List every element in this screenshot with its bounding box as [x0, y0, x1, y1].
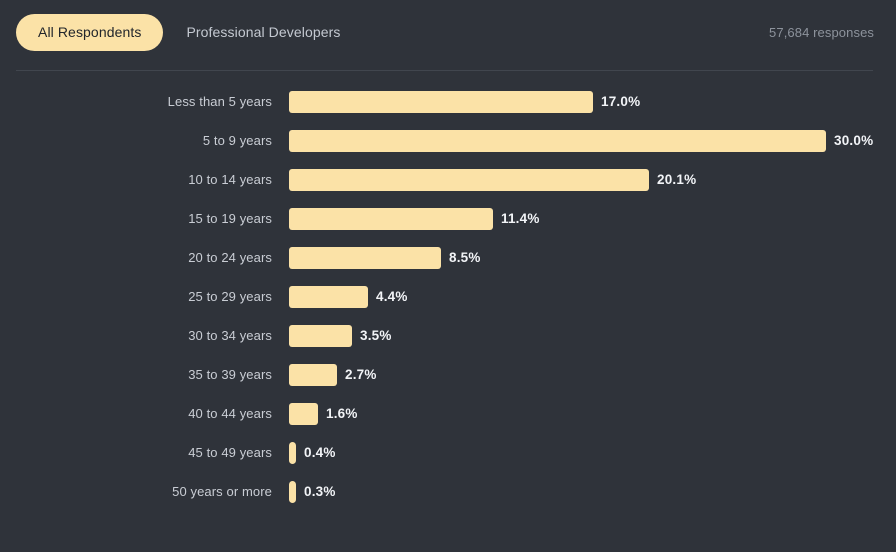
bar-row: 25 to 29 years 4.4%: [0, 277, 896, 316]
bar-track: 30.0%: [289, 129, 896, 152]
category-label: 30 to 34 years: [188, 328, 272, 343]
bar-track: 2.7%: [289, 363, 896, 386]
survey-chart-panel: All Respondents Professional Developers …: [0, 0, 896, 552]
tab-professional-developers[interactable]: Professional Developers: [172, 14, 354, 51]
header-divider: [16, 70, 873, 71]
respondent-filter-tabs: All Respondents Professional Developers: [16, 13, 355, 51]
category-label: 5 to 9 years: [202, 133, 272, 148]
category-label: 25 to 29 years: [188, 289, 272, 304]
bar-track: 0.4%: [289, 441, 896, 464]
bar[interactable]: [289, 129, 826, 152]
value-label: 8.5%: [449, 250, 481, 265]
category-label: 10 to 14 years: [188, 172, 272, 187]
bar-row: 50 years or more 0.3%: [0, 472, 896, 511]
value-label: 17.0%: [601, 94, 641, 109]
value-label: 4.4%: [376, 289, 408, 304]
value-label: 0.3%: [304, 484, 336, 499]
bar-row: 5 to 9 years 30.0%: [0, 121, 896, 160]
bar[interactable]: [289, 246, 441, 269]
category-label: 45 to 49 years: [188, 445, 272, 460]
bar[interactable]: [289, 441, 296, 464]
bar[interactable]: [289, 90, 593, 113]
bar-track: 20.1%: [289, 168, 896, 191]
value-label: 1.6%: [326, 406, 358, 421]
bar-row: 45 to 49 years 0.4%: [0, 433, 896, 472]
bar-row: 15 to 19 years 11.4%: [0, 199, 896, 238]
category-label: 35 to 39 years: [188, 367, 272, 382]
bar-track: 11.4%: [289, 207, 896, 230]
bar[interactable]: [289, 168, 649, 191]
bar-row: Less than 5 years 17.0%: [0, 82, 896, 121]
category-label: Less than 5 years: [167, 94, 272, 109]
bar-track: 8.5%: [289, 246, 896, 269]
bar[interactable]: [289, 324, 352, 347]
bar[interactable]: [289, 285, 368, 308]
bar-track: 1.6%: [289, 402, 896, 425]
bar-track: 3.5%: [289, 324, 896, 347]
value-label: 3.5%: [360, 328, 392, 343]
value-label: 0.4%: [304, 445, 336, 460]
tab-all-respondents[interactable]: All Respondents: [16, 13, 164, 51]
bar[interactable]: [289, 207, 493, 230]
category-label: 20 to 24 years: [188, 250, 272, 265]
category-label: 50 years or more: [172, 484, 272, 499]
bar-track: 0.3%: [289, 480, 896, 503]
experience-bar-chart: Less than 5 years 17.0% 5 to 9 years 30.0% 1…: [0, 82, 896, 552]
category-label: 15 to 19 years: [188, 211, 272, 226]
response-count: 57,684 responses: [769, 25, 874, 40]
value-label: 20.1%: [657, 172, 697, 187]
bar-track: 4.4%: [289, 285, 896, 308]
category-label: 40 to 44 years: [188, 406, 272, 421]
bar-track: 17.0%: [289, 90, 896, 113]
bar-row: 30 to 34 years 3.5%: [0, 316, 896, 355]
bar[interactable]: [289, 363, 337, 386]
bar[interactable]: [289, 402, 318, 425]
value-label: 11.4%: [501, 211, 540, 226]
bar[interactable]: [289, 480, 296, 503]
value-label: 30.0%: [834, 133, 874, 148]
chart-header: All Respondents Professional Developers …: [0, 0, 896, 64]
bar-row: 40 to 44 years 1.6%: [0, 394, 896, 433]
bar-row: 20 to 24 years 8.5%: [0, 238, 896, 277]
value-label: 2.7%: [345, 367, 377, 382]
bar-row: 35 to 39 years 2.7%: [0, 355, 896, 394]
bar-row: 10 to 14 years 20.1%: [0, 160, 896, 199]
